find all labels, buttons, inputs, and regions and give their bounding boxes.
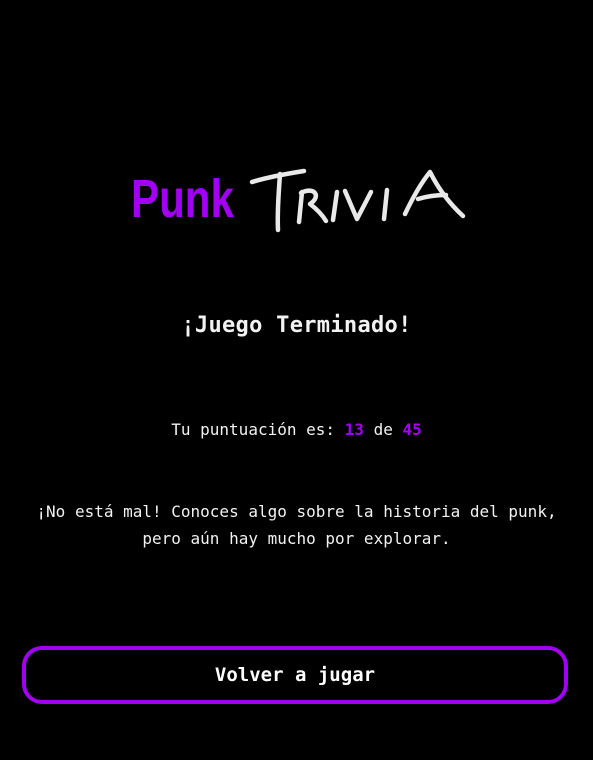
game-over-screen: Punk ¡Juego Terminado! Tu puntuación es:… [0,0,593,760]
score-joiner: de [373,420,393,439]
logo-word-punk: Punk [131,169,234,229]
score-prefix: Tu puntuación es: [171,420,336,439]
punk-trivia-logo: Punk [0,150,593,240]
score-value: 13 [344,420,364,439]
game-over-title: ¡Juego Terminado! [181,313,412,338]
play-again-button[interactable]: Volver a jugar [22,646,568,704]
logo-word-trivia [249,168,466,233]
result-message: ¡No está mal! Conoces algo sobre la hist… [36,502,557,548]
score-total: 45 [402,420,422,439]
score-line: Tu puntuación es: 13 de 45 [0,420,593,439]
